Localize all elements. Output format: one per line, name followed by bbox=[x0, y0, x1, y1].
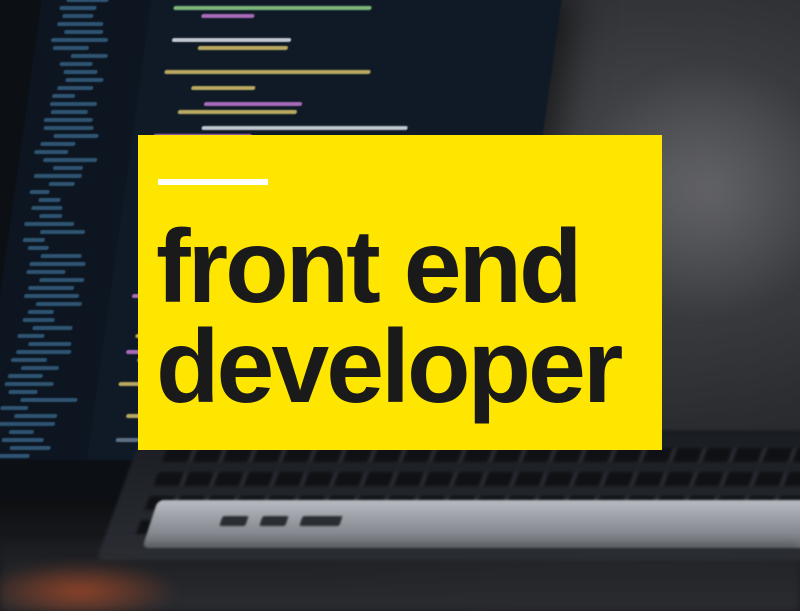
file-tree-entry bbox=[62, 14, 94, 18]
code-line bbox=[201, 14, 255, 18]
file-tree-entry bbox=[52, 166, 84, 170]
file-tree-entry bbox=[53, 134, 99, 138]
file-tree-entry bbox=[65, 78, 104, 82]
file-tree-entry bbox=[49, 102, 98, 106]
key-row bbox=[153, 472, 800, 486]
file-tree-entry bbox=[27, 310, 55, 314]
file-tree-entry bbox=[1, 438, 45, 442]
file-tree-entry bbox=[26, 270, 66, 274]
file-tree-entry bbox=[31, 206, 63, 210]
file-tree-entry bbox=[29, 190, 50, 194]
file-tree-entry bbox=[33, 150, 69, 154]
file-tree-entry bbox=[35, 302, 83, 306]
file-tree-entry bbox=[50, 38, 109, 42]
accent-bar bbox=[158, 179, 268, 185]
code-line bbox=[173, 6, 372, 10]
file-tree-entry bbox=[8, 390, 38, 394]
file-tree-entry bbox=[13, 414, 58, 418]
file-tree-entry bbox=[8, 430, 35, 434]
code-line bbox=[203, 102, 303, 106]
file-tree-entry bbox=[22, 238, 46, 242]
code-line bbox=[190, 86, 256, 90]
file-tree-entry bbox=[33, 174, 83, 178]
key-row bbox=[162, 448, 800, 462]
file-tree-entry bbox=[32, 326, 73, 330]
file-tree-entry bbox=[40, 254, 82, 258]
code-line bbox=[171, 38, 292, 42]
file-tree-entry bbox=[20, 398, 78, 402]
file-tree-entry bbox=[70, 54, 109, 58]
file-tree-entry bbox=[20, 366, 60, 370]
file-tree-entry bbox=[38, 198, 61, 202]
file-tree-entry bbox=[56, 22, 104, 26]
file-tree-entry bbox=[52, 46, 90, 50]
file-tree-entry bbox=[10, 358, 48, 362]
file-tree-entry bbox=[29, 262, 86, 266]
file-tree-entry bbox=[40, 142, 76, 146]
usb-port bbox=[259, 516, 289, 526]
file-tree-entry bbox=[7, 374, 44, 378]
file-tree-entry bbox=[39, 230, 86, 234]
file-tree-entry bbox=[0, 454, 30, 458]
file-tree-entry bbox=[51, 94, 76, 98]
file-tree-entry bbox=[23, 294, 80, 298]
file-tree-entry bbox=[38, 214, 63, 218]
hdmi-port bbox=[299, 516, 343, 526]
file-tree-entry bbox=[22, 318, 55, 322]
file-tree-entry bbox=[59, 62, 93, 66]
file-tree-entry bbox=[27, 286, 75, 290]
file-tree-entry bbox=[15, 350, 72, 354]
usb-port bbox=[219, 516, 249, 526]
title-line-2: developer bbox=[156, 309, 623, 425]
file-tree-entry bbox=[42, 158, 98, 162]
code-line bbox=[201, 126, 408, 130]
file-tree-entry bbox=[48, 182, 76, 186]
code-line bbox=[164, 70, 371, 74]
file-tree-entry bbox=[27, 342, 72, 346]
file-tree-entry bbox=[38, 278, 85, 282]
file-tree-entry bbox=[4, 382, 54, 386]
code-line bbox=[177, 110, 298, 114]
file-tree-entry bbox=[50, 110, 89, 114]
file-tree-entry bbox=[66, 0, 109, 2]
file-tree-entry bbox=[63, 70, 98, 74]
orange-object bbox=[0, 561, 180, 611]
file-tree-entry bbox=[59, 6, 97, 10]
file-tree-entry bbox=[9, 446, 51, 450]
file-tree-entry bbox=[0, 406, 29, 410]
file-tree-entry bbox=[43, 126, 94, 130]
file-tree-entry bbox=[63, 30, 104, 34]
file-tree-entry bbox=[23, 222, 75, 226]
title-card: front end developer bbox=[138, 135, 662, 450]
file-tree-entry bbox=[43, 118, 94, 122]
file-tree-entry bbox=[27, 246, 50, 250]
file-tree-entry bbox=[17, 334, 45, 338]
title-line-1: front end bbox=[156, 209, 583, 325]
code-line bbox=[197, 46, 289, 50]
file-tree-entry bbox=[56, 86, 94, 90]
file-tree-entry bbox=[0, 422, 56, 426]
